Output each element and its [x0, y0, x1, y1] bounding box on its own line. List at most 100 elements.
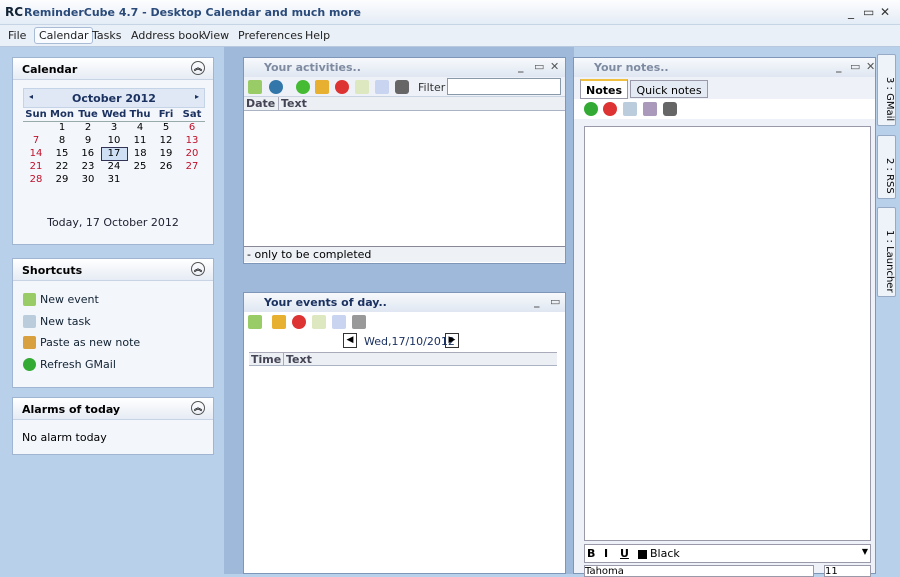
new-event-icon[interactable] — [248, 315, 262, 329]
copy-icon[interactable] — [312, 315, 326, 329]
next-month-icon[interactable]: ▸ — [195, 92, 199, 101]
calendar-day[interactable]: 11 — [127, 134, 153, 147]
no-alarm-text: No alarm today — [22, 431, 107, 444]
calendar-day[interactable]: 5 — [153, 121, 179, 134]
dropdown-icon[interactable]: ▼ — [862, 547, 868, 556]
tools-icon[interactable] — [352, 315, 366, 329]
events-window: Your events of day.. _ ▭ ◀ Wed,17/10/2012… — [243, 292, 566, 574]
calendar-day[interactable]: 10 — [101, 134, 127, 147]
shortcut-refresh-gmail[interactable]: Refresh GMail — [23, 358, 116, 371]
color-swatch — [638, 550, 647, 559]
close-icon[interactable]: ✕ — [550, 60, 559, 73]
add-note-icon[interactable] — [584, 102, 598, 116]
shortcut-new-task[interactable]: New task — [23, 315, 91, 328]
calendar-day[interactable]: 31 — [101, 173, 127, 186]
underline-button[interactable]: U — [620, 547, 629, 560]
calendar-day[interactable]: 6 — [179, 121, 205, 134]
edit-icon[interactable] — [315, 80, 329, 94]
close-icon[interactable]: ✕ — [866, 60, 875, 73]
minimize-button[interactable]: _ — [848, 5, 854, 19]
calendar-day[interactable]: 25 — [127, 160, 153, 173]
collapse-icon[interactable]: ︽ — [191, 401, 205, 415]
format-bar: B I U Black ▼ — [584, 544, 871, 563]
tab-quick-notes[interactable]: Quick notes — [630, 80, 708, 98]
note-editor[interactable] — [584, 126, 871, 541]
edit-note-icon[interactable] — [623, 102, 637, 116]
column-text[interactable]: Text — [283, 353, 312, 366]
calendar-day[interactable]: 22 — [49, 160, 75, 173]
weekday-header: Fri — [153, 108, 179, 122]
calendar-day[interactable]: 12 — [153, 134, 179, 147]
calendar-day[interactable]: 21 — [23, 160, 49, 173]
size-select[interactable]: 11 — [824, 565, 871, 577]
print-icon[interactable] — [395, 80, 409, 94]
weekday-header: Thu — [127, 108, 153, 122]
column-time[interactable]: Time — [251, 353, 281, 366]
tab-notes[interactable]: Notes — [580, 79, 628, 99]
italic-button[interactable]: I — [604, 547, 608, 560]
calendar-day[interactable]: 15 — [49, 147, 75, 160]
menu-address-book[interactable]: Address book — [131, 29, 205, 42]
new-task-icon[interactable] — [248, 80, 262, 94]
menu-help[interactable]: Help — [305, 29, 330, 42]
calendar-day[interactable]: 14 — [23, 147, 49, 160]
calendar-day[interactable]: 28 — [23, 173, 49, 186]
column-date[interactable]: Date — [246, 97, 275, 110]
side-tab-gmail[interactable]: 3 : GMail — [877, 54, 896, 126]
calendar-day[interactable]: 19 — [153, 147, 179, 160]
calendar-day[interactable]: 27 — [179, 160, 205, 173]
side-tab-launcher[interactable]: 1 : Launcher — [877, 207, 896, 297]
menu-preferences[interactable]: Preferences — [238, 29, 303, 42]
calendar-day[interactable]: 16 — [75, 147, 101, 160]
calendar-day[interactable]: 24 — [101, 160, 127, 173]
maximize-button[interactable]: ▭ — [863, 5, 874, 19]
save-note-icon[interactable] — [643, 102, 657, 116]
search-icon[interactable] — [269, 80, 283, 94]
calendar-day[interactable]: 4 — [127, 121, 153, 134]
calendar-day[interactable]: 13 — [179, 134, 205, 147]
font-icon[interactable] — [332, 315, 346, 329]
calendar-day[interactable]: 2 — [75, 121, 101, 134]
calendar-day[interactable]: 23 — [75, 160, 101, 173]
side-tab-rss[interactable]: 2 : RSS — [877, 135, 896, 199]
calendar-day[interactable]: 30 — [75, 173, 101, 186]
calendar-day[interactable]: 18 — [127, 147, 153, 160]
title-bar: RC ReminderCube 4.7 - Desktop Calendar a… — [0, 0, 900, 25]
calendar-day[interactable]: 7 — [23, 134, 49, 147]
next-day-button[interactable]: ▶ — [445, 333, 459, 348]
shortcut-new-event[interactable]: New event — [23, 293, 99, 306]
prev-month-icon[interactable]: ◂ — [29, 92, 33, 101]
calendar-day[interactable]: 1 — [49, 121, 75, 134]
calendar-day[interactable]: 17 — [100, 146, 128, 161]
prev-day-button[interactable]: ◀ — [343, 333, 357, 348]
print-icon[interactable] — [663, 102, 677, 116]
font-select[interactable]: Tahoma — [584, 565, 814, 577]
color-select[interactable]: Black — [650, 547, 680, 560]
collapse-icon[interactable]: ︽ — [191, 61, 205, 75]
calendar-day[interactable]: 8 — [49, 134, 75, 147]
calendar-day[interactable]: 29 — [49, 173, 75, 186]
delete-note-icon[interactable] — [603, 102, 617, 116]
edit-icon[interactable] — [272, 315, 286, 329]
calendar-day[interactable]: 9 — [75, 134, 101, 147]
filter-input[interactable] — [447, 78, 561, 95]
collapse-icon[interactable]: ︽ — [191, 262, 205, 276]
close-button[interactable]: ✕ — [880, 5, 890, 19]
menu-file[interactable]: File — [8, 29, 26, 42]
delete-icon[interactable] — [292, 315, 306, 329]
today-label[interactable]: Today, 17 October 2012 — [13, 216, 213, 229]
font-icon[interactable] — [375, 80, 389, 94]
complete-icon[interactable] — [296, 80, 310, 94]
window-title: Your notes.. — [594, 61, 669, 74]
bold-button[interactable]: B — [587, 547, 595, 560]
menu-calendar[interactable]: Calendar — [34, 27, 94, 44]
column-text[interactable]: Text — [278, 97, 307, 110]
delete-icon[interactable] — [335, 80, 349, 94]
menu-view[interactable]: View — [203, 29, 229, 42]
shortcut-paste-note[interactable]: Paste as new note — [23, 336, 140, 349]
calendar-day[interactable]: 3 — [101, 121, 127, 134]
calendar-day[interactable]: 20 — [179, 147, 205, 160]
menu-tasks[interactable]: Tasks — [92, 29, 121, 42]
copy-icon[interactable] — [355, 80, 369, 94]
calendar-day[interactable]: 26 — [153, 160, 179, 173]
